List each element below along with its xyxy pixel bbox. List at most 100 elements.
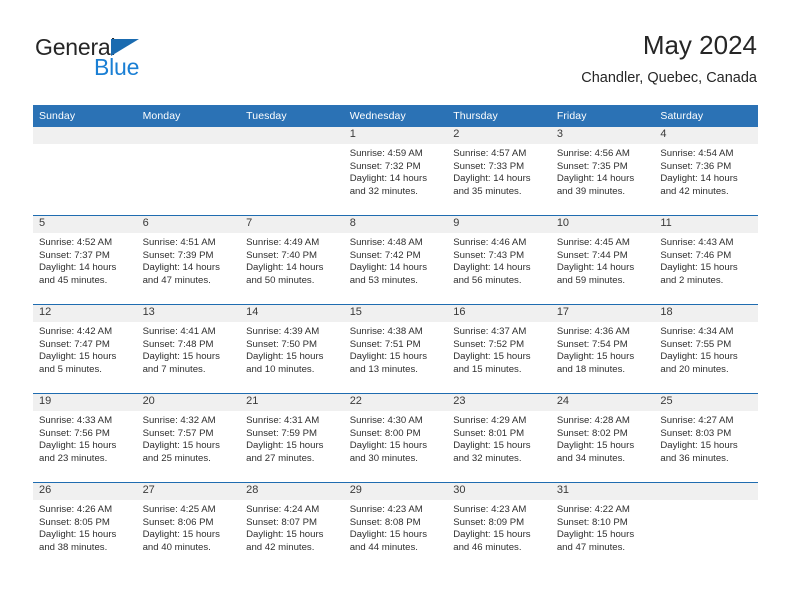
calendar-day-cell[interactable]: 4 Sunrise: 4:54 AM Sunset: 7:36 PM Daylight…	[654, 127, 758, 216]
day-number	[136, 127, 241, 144]
calendar-day-cell-empty	[33, 127, 137, 216]
calendar-day-cell[interactable]: 18 Sunrise: 4:34 AM Sunset: 7:55 PM Dayligh…	[654, 304, 758, 394]
sunrise-time: Sunrise: 4:46 AM	[453, 237, 527, 248]
daylight-duration-line1: Daylight: 15 hours	[556, 529, 635, 541]
sunrise-time: Sunrise: 4:22 AM	[556, 504, 630, 515]
day-details: Sunrise: 4:42 AM Sunset: 7:47 PM Daylight:…	[33, 322, 137, 376]
day-number: 4	[654, 127, 758, 144]
calendar-day-cell[interactable]: 20 Sunrise: 4:32 AM Sunset: 7:57 PM Dayligh…	[136, 393, 241, 483]
calendar-day-cell[interactable]: 24 Sunrise: 4:28 AM Sunset: 8:02 PM Dayligh…	[550, 393, 655, 483]
calendar-header-row: Sunday Monday Tuesday Wednesday Thursday…	[33, 105, 758, 127]
calendar-day-cell[interactable]: 2 Sunrise: 4:57 AM Sunset: 7:33 PM Daylight…	[447, 127, 551, 216]
daylight-duration-line2: and 27 minutes.	[246, 452, 315, 464]
calendar-day-cell[interactable]: 30 Sunrise: 4:23 AM Sunset: 8:09 PM Dayligh…	[447, 482, 551, 571]
daylight-duration-line1: Daylight: 14 hours	[453, 262, 531, 274]
daylight-duration-line2: and 42 minutes.	[246, 541, 315, 553]
daylight-duration-line2: and 44 minutes.	[349, 541, 418, 553]
daylight-duration-line1: Daylight: 15 hours	[660, 351, 738, 363]
daylight-duration-line1: Daylight: 15 hours	[453, 529, 531, 541]
day-number: 30	[447, 483, 551, 500]
day-number: 25	[654, 394, 758, 411]
calendar-day-cell[interactable]: 11 Sunrise: 4:43 AM Sunset: 7:46 PM Dayligh…	[654, 215, 758, 305]
calendar-day-cell[interactable]: 19 Sunrise: 4:33 AM Sunset: 7:56 PM Dayligh…	[33, 393, 137, 483]
daylight-duration-line1: Daylight: 15 hours	[246, 351, 324, 363]
calendar-day-cell[interactable]: 8 Sunrise: 4:48 AM Sunset: 7:42 PM Daylight…	[343, 215, 448, 305]
day-details: Sunrise: 4:28 AM Sunset: 8:02 PM Daylight:…	[551, 411, 655, 465]
sunset-time: Sunset: 7:52 PM	[453, 338, 525, 350]
sunset-time: Sunset: 8:07 PM	[246, 516, 318, 528]
sunset-time: Sunset: 8:02 PM	[556, 427, 628, 439]
sunrise-time: Sunrise: 4:52 AM	[39, 237, 113, 248]
calendar-table: Sunday Monday Tuesday Wednesday Thursday…	[33, 105, 758, 571]
day-details: Sunrise: 4:27 AM Sunset: 8:03 PM Daylight:…	[654, 411, 758, 465]
sunrise-time: Sunrise: 4:39 AM	[246, 326, 320, 337]
day-number: 7	[240, 216, 344, 233]
sunrise-time: Sunrise: 4:54 AM	[660, 148, 734, 159]
sunset-time: Sunset: 8:05 PM	[39, 516, 110, 528]
sunset-time: Sunset: 7:55 PM	[660, 338, 732, 350]
day-details: Sunrise: 4:24 AM Sunset: 8:07 PM Daylight:…	[240, 500, 344, 554]
daylight-duration-line2: and 56 minutes.	[453, 274, 522, 286]
sunset-time: Sunset: 8:06 PM	[142, 516, 214, 528]
day-number: 3	[550, 127, 655, 144]
brand-name-blue: Blue	[94, 54, 140, 80]
day-number: 29	[343, 483, 448, 500]
calendar-day-cell[interactable]: 9 Sunrise: 4:46 AM Sunset: 7:43 PM Daylight…	[447, 215, 551, 305]
calendar-day-cell[interactable]: 5 Sunrise: 4:52 AM Sunset: 7:37 PM Daylight…	[33, 215, 137, 305]
daylight-duration-line2: and 32 minutes.	[453, 452, 522, 464]
calendar-day-cell[interactable]: 31 Sunrise: 4:22 AM Sunset: 8:10 PM Dayligh…	[550, 482, 655, 571]
calendar-day-cell[interactable]: 15 Sunrise: 4:38 AM Sunset: 7:51 PM Dayligh…	[343, 304, 448, 394]
sunrise-time: Sunrise: 4:43 AM	[660, 237, 734, 248]
calendar-day-cell[interactable]: 26 Sunrise: 4:26 AM Sunset: 8:05 PM Dayligh…	[33, 482, 137, 571]
daylight-duration-line2: and 15 minutes.	[453, 363, 522, 375]
calendar-day-cell[interactable]: 10 Sunrise: 4:45 AM Sunset: 7:44 PM Dayligh…	[550, 215, 655, 305]
calendar-week-row: 12 Sunrise: 4:42 AM Sunset: 7:47 PM Dayligh…	[33, 304, 758, 394]
sunrise-time: Sunrise: 4:56 AM	[556, 148, 630, 159]
calendar-day-cell[interactable]: 27 Sunrise: 4:25 AM Sunset: 8:06 PM Dayligh…	[136, 482, 241, 571]
day-details: Sunrise: 4:26 AM Sunset: 8:05 PM Daylight:…	[33, 500, 137, 554]
sunrise-time: Sunrise: 4:27 AM	[660, 415, 734, 426]
calendar-day-cell[interactable]: 22 Sunrise: 4:30 AM Sunset: 8:00 PM Dayligh…	[343, 393, 448, 483]
daylight-duration-line1: Daylight: 15 hours	[349, 529, 428, 541]
calendar-day-cell[interactable]: 16 Sunrise: 4:37 AM Sunset: 7:52 PM Dayligh…	[447, 304, 551, 394]
calendar-day-cell[interactable]: 14 Sunrise: 4:39 AM Sunset: 7:50 PM Dayligh…	[240, 304, 344, 394]
calendar-day-cell[interactable]: 21 Sunrise: 4:31 AM Sunset: 7:59 PM Dayligh…	[240, 393, 344, 483]
sunrise-time: Sunrise: 4:38 AM	[349, 326, 423, 337]
page-header: General Blue May 2024 Chandler, Quebec, …	[35, 30, 757, 98]
day-details: Sunrise: 4:30 AM Sunset: 8:00 PM Daylight:…	[344, 411, 448, 465]
calendar-day-cell[interactable]: 6 Sunrise: 4:51 AM Sunset: 7:39 PM Daylight…	[136, 215, 241, 305]
calendar-day-cell[interactable]: 1 Sunrise: 4:59 AM Sunset: 7:32 PM Daylight…	[343, 127, 448, 216]
day-number: 31	[550, 483, 655, 500]
calendar-day-cell[interactable]: 25 Sunrise: 4:27 AM Sunset: 8:03 PM Dayligh…	[654, 393, 758, 483]
calendar-day-cell[interactable]: 7 Sunrise: 4:49 AM Sunset: 7:40 PM Daylight…	[240, 215, 344, 305]
day-number: 11	[654, 216, 758, 233]
day-number: 22	[343, 394, 448, 411]
calendar-day-cell[interactable]: 13 Sunrise: 4:41 AM Sunset: 7:48 PM Dayligh…	[136, 304, 241, 394]
sunrise-time: Sunrise: 4:23 AM	[453, 504, 527, 515]
sunrise-time: Sunrise: 4:31 AM	[246, 415, 320, 426]
calendar-week-row: 1 Sunrise: 4:59 AM Sunset: 7:32 PM Daylight…	[33, 127, 758, 216]
daylight-duration-line2: and 53 minutes.	[349, 274, 418, 286]
weekday-header-saturday: Saturday	[654, 105, 758, 127]
daylight-duration-line1: Daylight: 15 hours	[246, 529, 324, 541]
day-details: Sunrise: 4:38 AM Sunset: 7:51 PM Daylight:…	[344, 322, 448, 376]
calendar-day-cell[interactable]: 29 Sunrise: 4:23 AM Sunset: 8:08 PM Dayligh…	[343, 482, 448, 571]
sunset-time: Sunset: 7:57 PM	[142, 427, 214, 439]
weekday-header-monday: Monday	[136, 105, 241, 127]
day-number: 24	[550, 394, 655, 411]
brand-logo[interactable]: General Blue	[35, 34, 235, 90]
day-number	[33, 127, 137, 144]
daylight-duration-line1: Daylight: 15 hours	[556, 351, 635, 363]
calendar-day-cell[interactable]: 23 Sunrise: 4:29 AM Sunset: 8:01 PM Dayligh…	[447, 393, 551, 483]
sunset-time: Sunset: 7:40 PM	[246, 249, 318, 261]
calendar-day-cell[interactable]: 17 Sunrise: 4:36 AM Sunset: 7:54 PM Dayligh…	[550, 304, 655, 394]
daylight-duration-line2: and 47 minutes.	[142, 274, 211, 286]
calendar-day-cell[interactable]: 28 Sunrise: 4:24 AM Sunset: 8:07 PM Dayligh…	[240, 482, 344, 571]
calendar-day-cell[interactable]: 3 Sunrise: 4:56 AM Sunset: 7:35 PM Daylight…	[550, 127, 655, 216]
calendar-day-cell[interactable]: 12 Sunrise: 4:42 AM Sunset: 7:47 PM Dayligh…	[33, 304, 137, 394]
daylight-duration-line1: Daylight: 14 hours	[556, 173, 635, 185]
daylight-duration-line2: and 34 minutes.	[556, 452, 626, 464]
sunrise-time: Sunrise: 4:51 AM	[142, 237, 216, 248]
daylight-duration-line2: and 59 minutes.	[556, 274, 626, 286]
sunset-time: Sunset: 8:03 PM	[660, 427, 732, 439]
